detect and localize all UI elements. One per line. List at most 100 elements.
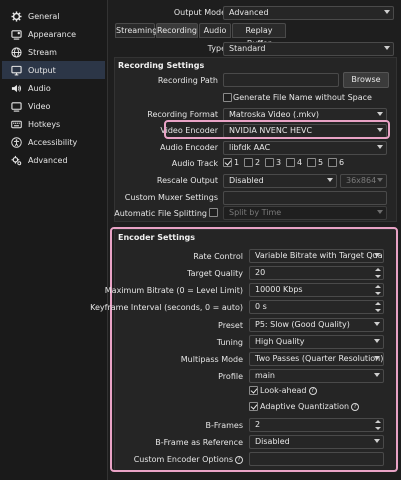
sidebar-item-hotkeys[interactable]: Hotkeys xyxy=(2,115,105,133)
spin-arrows-icon[interactable] xyxy=(375,285,381,295)
sidebar-item-label: Video xyxy=(28,101,51,111)
chevron-down-icon xyxy=(374,253,380,257)
gen-filename-checkbox[interactable] xyxy=(223,93,232,102)
audio-track-2-label: 2 xyxy=(255,158,261,167)
profile-label: Profile xyxy=(218,372,243,381)
chevron-down-icon xyxy=(374,356,380,360)
gen-filename-label: Generate File Name without Space xyxy=(233,93,372,102)
audio-encoder-label: Audio Encoder xyxy=(160,143,218,152)
audio-track-1-label: 1 xyxy=(234,158,240,167)
custom-encoder-options-label: Custom Encoder Options xyxy=(133,455,233,464)
adaptive-quantization-label: Adaptive Quantization xyxy=(260,402,350,411)
output-mode-value: Advanced xyxy=(229,8,269,17)
spin-arrows-icon[interactable] xyxy=(375,268,381,278)
type-select[interactable]: Standard xyxy=(223,42,394,56)
profile-select[interactable]: main xyxy=(249,369,384,383)
tuning-select[interactable]: High Quality xyxy=(249,335,384,349)
b-frames-spinbox[interactable]: 2 xyxy=(249,418,384,432)
keyframe-interval-value: 0 s xyxy=(255,302,267,311)
sidebar-item-label: Accessibility xyxy=(28,137,78,147)
custom-muxer-input[interactable] xyxy=(223,191,387,205)
rescale-resolution-select[interactable]: 36x864 xyxy=(340,174,387,188)
appearance-icon xyxy=(10,28,22,40)
chevron-down-icon xyxy=(377,145,383,149)
sidebar-item-audio[interactable]: Audio xyxy=(2,79,105,97)
gear-icon xyxy=(10,10,22,22)
output-mode-select[interactable]: Advanced xyxy=(223,6,394,20)
audio-track-6-checkbox[interactable] xyxy=(328,158,337,167)
custom-encoder-options-input[interactable] xyxy=(249,452,384,466)
sidebar-item-general[interactable]: General xyxy=(2,7,105,25)
tab-recording[interactable]: Recording xyxy=(156,23,198,38)
target-quality-value: 20 xyxy=(255,268,266,277)
tuning-label: Tuning xyxy=(216,338,243,347)
chevron-down-icon xyxy=(374,339,380,343)
multipass-mode-value: Two Passes (Quarter Resolution) xyxy=(255,354,384,363)
rescale-output-value: Disabled xyxy=(229,176,264,185)
split-mode-select[interactable]: Split by Time xyxy=(223,206,387,220)
audio-track-2-checkbox[interactable] xyxy=(244,158,253,167)
spin-arrows-icon[interactable] xyxy=(375,420,381,430)
keyboard-icon xyxy=(10,118,22,130)
recording-settings-title: Recording Settings xyxy=(118,61,205,70)
audio-encoder-value: libfdk AAC xyxy=(229,143,271,152)
chevron-down-icon xyxy=(377,112,383,116)
help-icon[interactable]: ? xyxy=(308,386,317,395)
speaker-icon xyxy=(10,82,22,94)
tab-replay-buffer[interactable]: Replay Buffer xyxy=(232,23,286,48)
max-bitrate-value: 10000 Kbps xyxy=(255,285,303,294)
multipass-mode-select[interactable]: Two Passes (Quarter Resolution) xyxy=(249,352,384,366)
video-encoder-select[interactable]: NVIDIA NVENC HEVC xyxy=(223,124,387,138)
keyframe-interval-spinbox[interactable]: 0 s xyxy=(249,300,384,314)
split-mode-value: Split by Time xyxy=(229,208,282,217)
profile-value: main xyxy=(255,371,275,380)
help-icon[interactable]: ? xyxy=(351,402,360,411)
audio-track-5-label: 5 xyxy=(318,158,324,167)
auto-split-checkbox[interactable] xyxy=(209,208,218,217)
sidebar-item-stream[interactable]: Stream xyxy=(2,43,105,61)
tab-streaming[interactable]: Streaming xyxy=(115,23,157,38)
sidebar-item-label: Advanced xyxy=(28,155,68,165)
max-bitrate-spinbox[interactable]: 10000 Kbps xyxy=(249,283,384,297)
rate-control-select[interactable]: Variable Bitrate with Target Quality xyxy=(249,249,384,263)
adaptive-quantization-checkbox[interactable] xyxy=(249,402,258,411)
target-quality-spinbox[interactable]: 20 xyxy=(249,266,384,280)
b-frames-label: B-Frames xyxy=(205,421,243,430)
recording-format-select[interactable]: Matroska Video (.mkv) xyxy=(223,108,387,122)
look-ahead-checkbox[interactable] xyxy=(249,386,258,395)
help-icon[interactable]: ? xyxy=(235,455,243,464)
sidebar-item-label: Hotkeys xyxy=(28,119,61,129)
b-frame-reference-value: Disabled xyxy=(255,437,290,446)
chevron-down-icon xyxy=(384,10,390,14)
audio-track-4-checkbox[interactable] xyxy=(286,158,295,167)
rate-control-label: Rate Control xyxy=(193,252,243,261)
sidebar-item-appearance[interactable]: Appearance xyxy=(2,25,105,43)
audio-track-3-checkbox[interactable] xyxy=(265,158,274,167)
target-quality-label: Target Quality xyxy=(187,269,243,278)
audio-track-5-checkbox[interactable] xyxy=(307,158,316,167)
spin-arrows-icon[interactable] xyxy=(375,302,381,312)
chevron-down-icon xyxy=(377,210,383,214)
audio-track-1-checkbox[interactable] xyxy=(223,158,232,167)
b-frame-reference-select[interactable]: Disabled xyxy=(249,435,384,449)
browse-button[interactable]: Browse xyxy=(343,72,389,88)
settings-sidebar: General Appearance Stream Output Audio V… xyxy=(0,0,108,480)
b-frames-value: 2 xyxy=(255,420,261,429)
chevron-down-icon xyxy=(377,178,383,182)
sidebar-item-video[interactable]: Video xyxy=(2,97,105,115)
sidebar-item-label: Stream xyxy=(28,47,57,57)
globe-icon xyxy=(10,46,22,58)
recording-path-input[interactable] xyxy=(223,73,339,87)
audio-encoder-select[interactable]: libfdk AAC xyxy=(223,141,387,155)
monitor-icon xyxy=(10,64,22,76)
sidebar-item-label: Audio xyxy=(28,83,51,93)
custom-muxer-label: Custom Muxer Settings xyxy=(124,193,218,202)
sidebar-item-accessibility[interactable]: Accessibility xyxy=(2,133,105,151)
tuning-value: High Quality xyxy=(255,337,305,346)
sidebar-item-advanced[interactable]: Advanced xyxy=(2,151,105,169)
tab-audio[interactable]: Audio xyxy=(199,23,231,38)
sidebar-item-output[interactable]: Output xyxy=(2,61,105,79)
rescale-output-select[interactable]: Disabled xyxy=(223,174,337,188)
b-frame-reference-label: B-Frame as Reference xyxy=(155,438,243,447)
preset-select[interactable]: P5: Slow (Good Quality) xyxy=(249,318,384,332)
